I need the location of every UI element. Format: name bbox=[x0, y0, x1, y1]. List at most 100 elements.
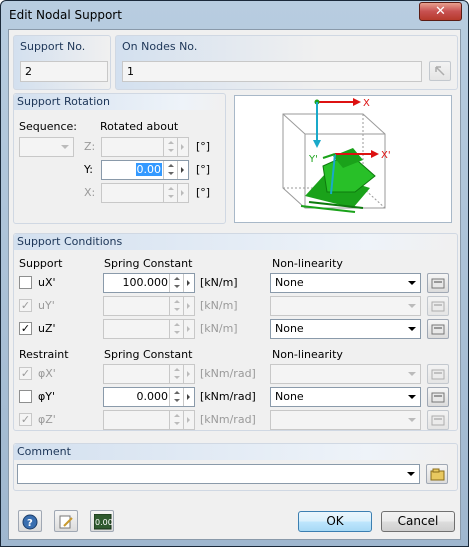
spin-arrows-icon[interactable] bbox=[169, 388, 183, 406]
spin-arrows-icon[interactable] bbox=[163, 184, 177, 202]
ux-checkbox[interactable] bbox=[19, 276, 32, 289]
chevron-right-icon[interactable] bbox=[183, 320, 194, 338]
phiz-checkbox[interactable]: ✓ bbox=[19, 413, 32, 426]
chevron-right-icon[interactable] bbox=[183, 365, 194, 383]
comment-library-button[interactable] bbox=[426, 464, 448, 484]
dialog-body: Support No. 2 On Nodes No. 1 Support Rot… bbox=[8, 29, 461, 540]
nonlin-edit-icon bbox=[431, 278, 445, 289]
window-title: Edit Nodal Support bbox=[9, 8, 122, 22]
ux-edit-nonlin-button[interactable] bbox=[427, 273, 449, 293]
nonlin-edit-icon bbox=[431, 392, 445, 403]
rot-y-value[interactable]: 0.00 bbox=[135, 163, 162, 176]
chevron-right-icon[interactable] bbox=[177, 138, 188, 156]
uy-nonlinearity-select[interactable] bbox=[270, 296, 421, 316]
phiy-label: φY' bbox=[38, 390, 55, 403]
ok-button[interactable]: OK bbox=[298, 511, 372, 532]
phiy-checkbox[interactable] bbox=[19, 390, 32, 403]
uy-spring-input[interactable] bbox=[103, 296, 195, 316]
rot-z-unit: [°] bbox=[196, 140, 211, 153]
spin-arrows-icon[interactable] bbox=[169, 365, 183, 383]
ux-nonlinearity-select[interactable]: None bbox=[270, 273, 421, 293]
uz-nonlinearity-select[interactable]: None bbox=[270, 319, 421, 339]
ux-label: uX' bbox=[38, 276, 56, 289]
rot-x-unit: [°] bbox=[196, 186, 211, 199]
rot-z-input[interactable] bbox=[101, 137, 189, 157]
spin-arrows-icon[interactable] bbox=[169, 320, 183, 338]
rot-x-input[interactable] bbox=[101, 183, 189, 203]
calculator-icon-text: 0.00 bbox=[95, 518, 112, 527]
x-axis-arrow bbox=[353, 98, 361, 106]
phiy-edit-nonlin-button[interactable] bbox=[427, 387, 449, 407]
z-axis-arrow bbox=[313, 140, 321, 148]
spin-arrows-icon[interactable] bbox=[163, 161, 177, 179]
cancel-button[interactable]: Cancel bbox=[381, 511, 455, 532]
on-nodes-label: On Nodes No. bbox=[122, 40, 198, 53]
calculator-button[interactable]: 0.00 bbox=[90, 510, 114, 532]
x-prime-arrow bbox=[371, 150, 379, 158]
phix-spring-input[interactable] bbox=[103, 364, 195, 384]
title-bar[interactable]: Edit Nodal Support ✕ bbox=[1, 1, 468, 29]
uz-edit-nonlin-button[interactable] bbox=[427, 319, 449, 339]
rot-y-input[interactable]: 0.00 bbox=[101, 160, 189, 180]
support-conditions-group: Support Conditions Support Spring Consta… bbox=[13, 233, 458, 431]
chevron-down-icon bbox=[61, 145, 69, 149]
phix-checkbox[interactable]: ✓ bbox=[19, 367, 32, 380]
spin-arrows-icon[interactable] bbox=[163, 138, 177, 156]
edit-button[interactable] bbox=[54, 510, 78, 532]
restraint-nonlin-header: Non-linearity bbox=[272, 348, 343, 361]
uz-spring-input[interactable] bbox=[103, 319, 195, 339]
chevron-right-icon[interactable] bbox=[183, 388, 194, 406]
support-rotation-group: Support Rotation Sequence: Rotated about… bbox=[13, 93, 226, 224]
phiz-edit-nonlin-button[interactable] bbox=[427, 410, 449, 430]
chevron-right-icon[interactable] bbox=[183, 274, 194, 292]
support-preview-image: X X' Y' bbox=[234, 95, 452, 223]
rot-y-unit: [°] bbox=[196, 163, 211, 176]
sequence-select[interactable] bbox=[19, 137, 74, 157]
nonlin-edit-icon bbox=[431, 324, 445, 335]
rotated-support-graphic: X X' Y' bbox=[282, 98, 391, 213]
on-nodes-group: On Nodes No. 1 bbox=[115, 35, 458, 90]
uz-checkbox[interactable]: ✓ bbox=[19, 322, 32, 335]
help-button[interactable]: ? bbox=[18, 510, 42, 532]
rot-y-label: Y: bbox=[84, 163, 93, 176]
pick-arrow-icon bbox=[435, 66, 445, 76]
phiz-spring-input[interactable] bbox=[103, 410, 195, 430]
axis-x-prime-label: X' bbox=[381, 150, 391, 161]
spring-constant-header: Spring Constant bbox=[104, 257, 193, 270]
phix-nonlinearity-select[interactable] bbox=[270, 364, 421, 384]
chevron-down-icon bbox=[408, 304, 416, 308]
spin-arrows-icon[interactable] bbox=[169, 297, 183, 315]
phix-edit-nonlin-button[interactable] bbox=[427, 364, 449, 384]
help-icon: ? bbox=[22, 514, 38, 530]
uy-unit: [kN/m] bbox=[200, 299, 238, 312]
chevron-right-icon[interactable] bbox=[177, 184, 188, 202]
pick-nodes-button[interactable] bbox=[429, 61, 451, 81]
chevron-right-icon[interactable] bbox=[177, 161, 188, 179]
support-no-group: Support No. 2 bbox=[13, 35, 111, 90]
spin-arrows-icon[interactable] bbox=[169, 411, 183, 429]
uy-edit-nonlin-button[interactable] bbox=[427, 296, 449, 316]
chevron-down-icon bbox=[407, 472, 415, 476]
close-button[interactable]: ✕ bbox=[419, 2, 462, 21]
restraint-header: Restraint bbox=[19, 348, 69, 361]
nonlin-edit-icon bbox=[431, 415, 445, 426]
ux-spring-input[interactable]: 100.000 bbox=[103, 273, 195, 293]
chevron-right-icon[interactable] bbox=[183, 297, 194, 315]
phiy-spring-input[interactable]: 0.000 bbox=[103, 387, 195, 407]
support-header: Support bbox=[19, 257, 63, 270]
comment-input[interactable] bbox=[17, 464, 420, 484]
phiz-nonlinearity-select[interactable] bbox=[270, 410, 421, 430]
axis-y-prime-label: Y' bbox=[308, 154, 318, 165]
uy-checkbox[interactable]: ✓ bbox=[19, 299, 32, 312]
chevron-down-icon bbox=[408, 327, 416, 331]
spin-arrows-icon[interactable] bbox=[169, 274, 183, 292]
dialog-window: Edit Nodal Support ✕ Support No. 2 On No… bbox=[0, 0, 469, 547]
ux-unit: [kN/m] bbox=[200, 276, 238, 289]
rotated-about-label: Rotated about bbox=[100, 120, 179, 133]
chevron-down-icon bbox=[408, 281, 416, 285]
uy-label: uY' bbox=[38, 299, 55, 312]
chevron-right-icon[interactable] bbox=[183, 411, 194, 429]
support-no-field: 2 bbox=[20, 61, 108, 82]
restraint-spring-header: Spring Constant bbox=[104, 348, 193, 361]
phiy-nonlinearity-select[interactable]: None bbox=[270, 387, 421, 407]
